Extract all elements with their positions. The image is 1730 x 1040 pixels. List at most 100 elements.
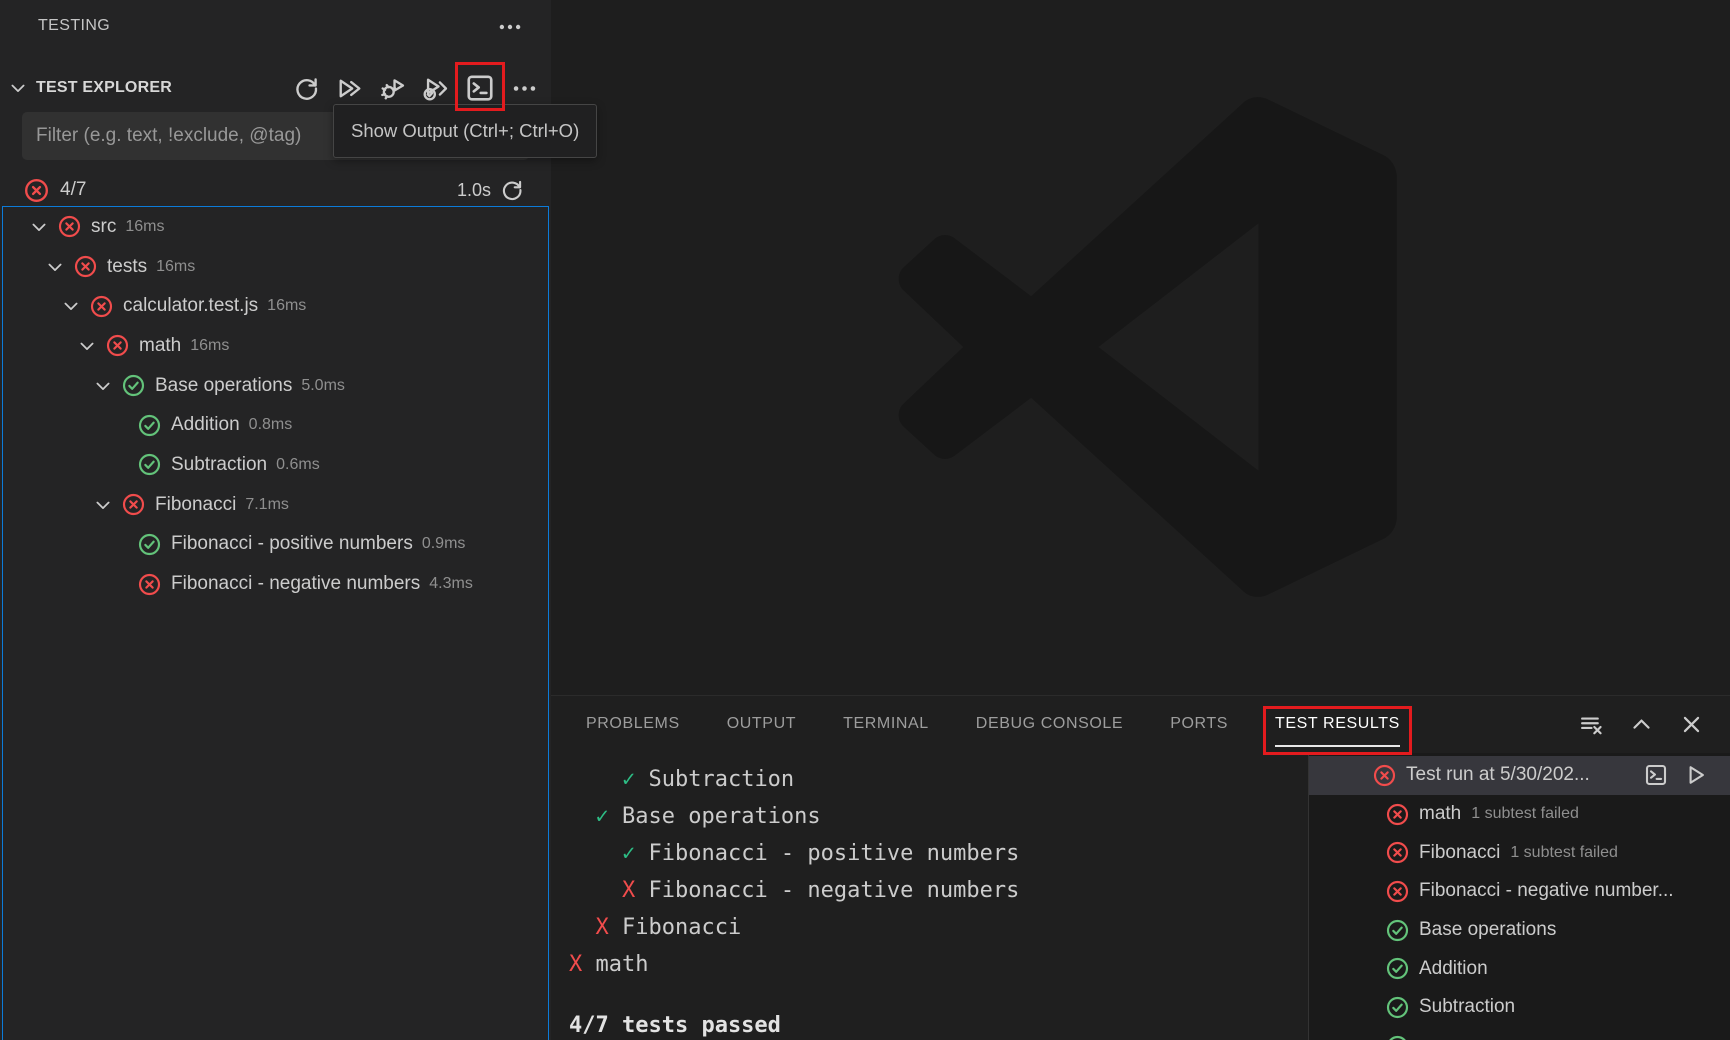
test-result-row[interactable]: Subtraction [1309,988,1730,1027]
test-result-row[interactable]: math1 subtest failed [1309,795,1730,834]
test-tree-row[interactable]: math16ms [3,326,548,366]
test-tree-row[interactable]: Fibonacci - negative numbers 4.3ms [3,564,548,604]
test-result-row[interactable] [1309,1027,1730,1040]
maximize-panel-icon[interactable] [1629,712,1654,737]
output-indent [569,804,596,829]
chevron-down-icon[interactable] [77,336,97,356]
error-icon [1386,803,1409,826]
result-label: math [1419,803,1461,825]
chevron-down-icon[interactable] [29,217,49,237]
tab-ports[interactable]: PORTS [1170,696,1228,752]
error-icon [122,493,145,516]
editor-area [551,0,1730,695]
test-duration: 4.3ms [429,575,473,593]
pass-mark: ✓ [596,804,609,829]
result-label: Addition [1419,958,1488,980]
clear-output-icon[interactable] [1579,712,1604,737]
tab-problems[interactable]: PROBLEMS [586,696,680,752]
test-tree: src16mstests16ms calculator.test.js 16ms ma… [2,206,549,1040]
annotation-red-box [1263,706,1412,755]
debug-tests-icon[interactable] [379,75,406,102]
test-tree-row[interactable]: src16ms [3,207,548,247]
tooltip-text: Show Output (Ctrl+; Ctrl+O) [351,120,579,142]
test-tree-row[interactable]: Subtraction0.6ms [3,445,548,485]
tab-terminal[interactable]: TERMINAL [843,696,929,752]
output-line: X math [569,946,1308,983]
test-tree-row[interactable]: Base operations5.0ms [3,366,548,406]
chevron-down-icon[interactable] [93,376,113,396]
test-duration: 0.8ms [249,416,293,434]
output-line: ✓ Fibonacci - positive numbers [569,835,1308,872]
tab-output[interactable]: OUTPUT [727,696,796,752]
test-tree-row[interactable]: Fibonacci7.1ms [3,485,548,525]
tab-label: TERMINAL [843,715,929,733]
result-label: Base operations [1419,919,1556,941]
test-result-row[interactable]: Addition [1309,949,1730,988]
output-text: Fibonacci - positive numbers [635,841,1019,866]
pass-icon [122,374,145,397]
pass-icon [138,414,161,437]
test-tree-row[interactable]: Fibonacci - positive numbers0.9ms [3,525,548,565]
tab-label: OUTPUT [727,715,796,733]
test-label: calculator.test.js [123,295,258,317]
test-label: src [91,216,116,238]
rerun-icon[interactable] [1684,763,1708,787]
sidebar-more-actions-icon[interactable] [497,14,523,40]
error-icon [1386,880,1409,903]
output-summary: 4/7 tests passed [569,1007,1308,1040]
test-explorer-title: TEST EXPLORER [36,79,172,97]
test-tree-row[interactable]: calculator.test.js 16ms [3,286,548,326]
test-results-output[interactable]: ✓ Subtraction ✓ Base operations ✓ Fibona… [551,752,1308,1040]
close-panel-icon[interactable] [1679,712,1704,737]
output-line: ✓ Subtraction [569,761,1308,798]
chevron-down-icon[interactable] [8,78,28,98]
error-icon [24,178,49,203]
chevron-down-icon[interactable] [61,296,81,316]
error-icon [106,334,129,357]
refresh-icon[interactable] [500,178,524,202]
test-result-row[interactable]: Base operations [1309,911,1730,950]
test-run-row[interactable]: Test run at 5/30/202... [1309,756,1730,795]
pass-mark: ✓ [622,841,635,866]
result-label: Fibonacci - negative number... [1419,880,1674,902]
more-actions-icon[interactable] [511,75,538,102]
test-tree-row[interactable]: tests16ms [3,247,548,287]
show-output-button[interactable] [465,73,495,103]
result-subtext: 1 subtest failed [1510,844,1618,862]
test-result-row[interactable]: Fibonacci - negative number... [1309,872,1730,911]
tab-test-results[interactable]: TEST RESULTS [1275,696,1400,752]
refresh-tests-icon[interactable] [293,75,320,102]
chevron-down-icon[interactable] [93,495,113,515]
output-text: Fibonacci [609,915,741,940]
tab-debug-console[interactable]: DEBUG CONSOLE [976,696,1123,752]
test-label: Base operations [155,375,292,397]
test-tree-row[interactable]: Addition 0.8ms [3,405,548,445]
test-duration: 16ms [267,297,306,315]
fail-mark: X [569,952,582,977]
annotation-red-box [455,62,505,111]
failed-ratio: 4/7 [60,179,86,201]
pass-icon [1386,919,1409,942]
test-label: Fibonacci - negative numbers [171,573,420,595]
panel-actions [1579,696,1704,752]
output-indent [569,915,596,940]
panel-tab-bar: PROBLEMS OUTPUT TERMINAL DEBUG CONSOLE PORTS… [551,696,1730,752]
result-label: Subtraction [1419,996,1515,1018]
output-lines: ✓ Subtraction ✓ Base operations ✓ Fibona… [551,752,1308,1040]
test-label: Addition [171,414,240,436]
output-indent [569,841,622,866]
run-row-actions [1644,756,1708,795]
test-result-row[interactable]: Fibonacci 1 subtest failed [1309,833,1730,872]
output-text: Base operations [609,804,821,829]
result-label: Fibonacci [1419,842,1500,864]
test-duration: 0.6ms [276,456,320,474]
test-label: tests [107,256,147,278]
pass-mark: ✓ [622,767,635,792]
run-all-tests-icon[interactable] [336,75,363,102]
error-icon [138,573,161,596]
show-run-output-icon[interactable] [1644,763,1668,787]
chevron-down-icon[interactable] [45,257,65,277]
run-tests-with-coverage-icon[interactable] [422,75,449,102]
test-explorer-header[interactable]: TEST EXPLORER [0,62,551,114]
output-indent [569,878,622,903]
